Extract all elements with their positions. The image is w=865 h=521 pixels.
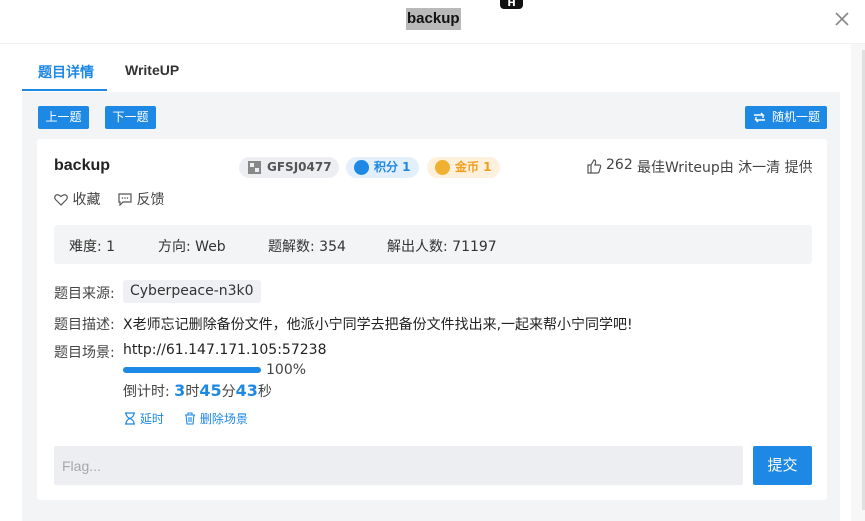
feedback-button[interactable]: 反馈 [118,189,164,209]
feedback-label: 反馈 [136,192,165,208]
scrollbar[interactable] [851,44,865,521]
tab-bar: 题目详情 WriteUP [22,50,840,92]
countdown-minutes: 45 [199,381,222,400]
source-tag: Cyberpeace-n3k0 [123,280,261,303]
submit-flag-button[interactable]: 提交 [753,446,812,485]
flag-input[interactable] [54,446,743,485]
delete-scene-button[interactable]: 删除场景 [184,410,248,427]
scene-label: 题目场景: [54,345,115,361]
qr-icon [248,161,261,174]
tab-writeup[interactable]: WriteUP [125,62,179,78]
challenge-id-text: GFSJ0477 [267,160,332,174]
coins-text: 金币 1 [455,160,492,174]
extend-time-button[interactable]: 延时 [124,410,164,427]
shuffle-icon [754,112,765,123]
favorite-label: 收藏 [72,192,101,208]
scene-progress-bar [123,367,261,373]
countdown: 倒计时: 3时45分43秒 [123,381,272,401]
tab-details[interactable]: 题目详情 [38,62,94,82]
random-challenge-button[interactable]: 随机一题 [745,106,827,129]
solvers-stat: 解出人数: 71197 [387,239,497,255]
delete-scene-label: 删除场景 [199,412,248,426]
challenge-name: backup [54,157,111,174]
prev-challenge-button[interactable]: 上一题 [38,106,89,129]
stats-bar: 难度: 1 方向: Web 题解数: 354 解出人数: 71197 [54,225,812,264]
thumbs-up-icon[interactable] [587,159,602,174]
countdown-prefix: 倒计时: [123,384,175,400]
favorite-button[interactable]: 收藏 [54,189,100,209]
solves-stat: 题解数: 354 [268,239,346,255]
writeup-credit[interactable]: 最佳Writeup由 沐一清 提供 [637,157,813,177]
hint-badge: H [500,0,523,9]
panel-bottom [37,500,827,521]
direction-stat: 方向: Web [158,239,226,255]
countdown-seconds: 43 [235,381,258,400]
points-tag: 积分 1 [346,157,419,178]
source-label: 题目来源: [54,286,115,302]
countdown-hours: 3 [174,381,186,400]
modal-header: backup H [0,0,865,44]
hourglass-icon [125,412,135,425]
points-icon [354,160,369,175]
trash-icon [185,412,195,425]
like-count: 262 [606,157,633,173]
random-challenge-label: 随机一题 [771,110,820,124]
challenge-id-tag: GFSJ0477 [239,157,339,178]
close-icon[interactable] [833,10,851,28]
coin-icon [435,160,450,175]
feedback-icon [118,193,132,206]
heart-icon [54,194,68,206]
countdown-minutes-unit: 分 [221,384,236,400]
scene-url[interactable]: http://61.147.171.105:57238 [123,342,326,358]
progress-percent: 100% [266,362,307,378]
countdown-hours-unit: 时 [185,384,200,400]
challenge-modal: backup H 题目详情 WriteUP 上一题 下一题 随机一题 backu… [0,0,865,521]
description-text: X老师忘记删除备份文件，他派小宁同学去把备份文件找出来,一起来帮小宁同学吧! [123,317,633,333]
extend-time-label: 延时 [139,412,164,426]
coins-tag: 金币 1 [427,157,500,178]
scene-progress-fill [123,367,261,373]
next-challenge-button[interactable]: 下一题 [105,106,156,129]
difficulty-stat: 难度: 1 [69,239,116,255]
countdown-seconds-unit: 秒 [257,384,272,400]
active-tab-indicator [22,89,107,91]
points-text: 积分 1 [374,160,411,174]
modal-title: backup [406,8,461,30]
description-label: 题目描述: [54,317,115,333]
